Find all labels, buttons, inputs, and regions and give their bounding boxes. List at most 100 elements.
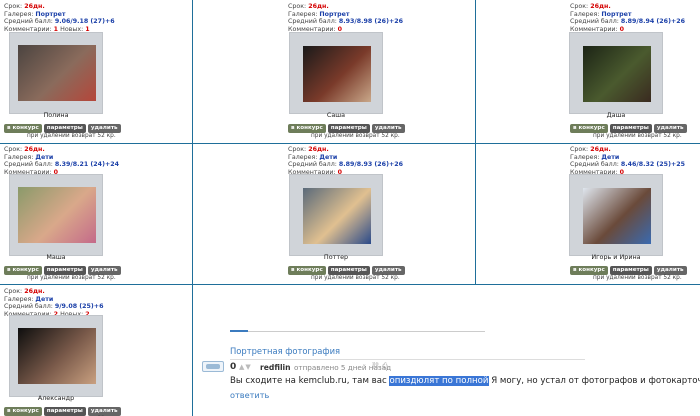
photo-title: Игорь и Ирина [591, 253, 641, 261]
comment-text-before: Вы сходите на kemclub.ru, там вас [230, 376, 390, 386]
params-button[interactable]: параметры [327, 124, 370, 133]
photo-title: Александр [37, 394, 75, 402]
term-row: Срок: 26дн. [288, 146, 403, 154]
reply-icon[interactable] [202, 361, 224, 372]
photo-card: Срок: 26дн. Галерея: Дети Средний балл: … [284, 143, 474, 283]
photo-thumbnail[interactable] [583, 46, 651, 102]
photo-frame[interactable] [569, 32, 663, 114]
photo-frame[interactable] [289, 32, 383, 114]
gallery-value[interactable]: Дети [35, 154, 53, 161]
score-value: 8.89/8.93 (26)+26 [338, 161, 403, 169]
gallery-value[interactable]: Портрет [35, 11, 65, 18]
photo-thumbnail[interactable] [18, 328, 96, 384]
comment-text-highlight: опиздюлят по полной [389, 376, 489, 386]
photo-thumbnail[interactable] [583, 188, 651, 244]
params-button[interactable]: параметры [43, 407, 86, 416]
params-button[interactable]: параметры [43, 124, 86, 133]
score-row: Средний балл: 9.06/9.18 (27)+6 [4, 18, 115, 26]
contest-button[interactable]: в конкурс [4, 266, 42, 275]
score-label: Средний балл: [288, 161, 337, 169]
params-button[interactable]: параметры [609, 266, 652, 275]
card-actions: в конкурс параметры удалить [4, 407, 121, 416]
contest-button[interactable]: в конкурс [570, 266, 608, 275]
photo-card: Срок: 26дн. Галерея: Портрет Средний бал… [0, 0, 190, 140]
category-link[interactable]: Портретная фотография [230, 346, 340, 356]
photo-frame[interactable] [289, 174, 383, 256]
term-label: Срок: [288, 146, 307, 153]
photo-thumbnail[interactable] [18, 187, 96, 243]
score-label: Средний балл: [288, 18, 337, 26]
gallery-label: Галерея: [4, 295, 34, 303]
gallery-label: Галерея: [570, 10, 600, 18]
photo-frame[interactable] [9, 32, 103, 114]
score-value: 8.46/8.32 (25)+25 [620, 161, 685, 169]
comment-section: Портретная фотография 0 ▲▼ redfilin отпр… [193, 285, 700, 416]
params-button[interactable]: параметры [327, 266, 370, 275]
gallery-value[interactable]: Портрет [319, 11, 349, 18]
term-label: Срок: [4, 3, 23, 10]
term-row: Срок: 26дн. [4, 288, 103, 296]
score-value: 8.39/8.21 (24)+24 [54, 161, 119, 169]
comment-actions-icon[interactable]: ⛓ ⎙ [371, 362, 388, 371]
score-value: 9.06/9.18 (27)+6 [54, 18, 115, 26]
card-meta: Срок: 26дн. Галерея: Дети Средний балл: … [4, 288, 103, 318]
delete-button[interactable]: удалить [371, 124, 405, 133]
term-value: 26дн. [590, 146, 611, 153]
photo-title: Маша [46, 253, 66, 261]
term-label: Срок: [570, 3, 589, 10]
term-label: Срок: [288, 3, 307, 10]
gallery-value[interactable]: Дети [319, 154, 337, 161]
refund-note: при удалении возврат 52 кр. [593, 133, 682, 139]
contest-button[interactable]: в конкурс [4, 124, 42, 133]
divider [248, 331, 485, 332]
delete-button[interactable]: удалить [653, 124, 687, 133]
term-label: Срок: [570, 146, 589, 153]
card-actions: в конкурс параметры удалить [288, 266, 405, 275]
params-button[interactable]: параметры [609, 124, 652, 133]
term-value: 26дн. [24, 146, 45, 153]
delete-button[interactable]: удалить [87, 124, 121, 133]
photo-frame[interactable] [9, 174, 103, 256]
card-meta: Срок: 26дн. Галерея: Дети Средний балл: … [4, 146, 119, 176]
photo-title: Полина [43, 111, 69, 119]
card-meta: Срок: 26дн. Галерея: Портрет Средний бал… [570, 3, 685, 33]
term-row: Срок: 26дн. [4, 3, 115, 11]
params-button[interactable]: параметры [43, 266, 86, 275]
gallery-label: Галерея: [570, 153, 600, 161]
card-meta: Срок: 26дн. Галерея: Дети Средний балл: … [288, 146, 403, 176]
photo-card: Срок: 26дн. Галерея: Дети Средний балл: … [566, 143, 700, 283]
gallery-value[interactable]: Дети [601, 154, 619, 161]
delete-button[interactable]: удалить [87, 407, 121, 416]
photo-thumbnail[interactable] [18, 45, 96, 101]
photo-frame[interactable] [569, 174, 663, 256]
vote-arrows-icon[interactable]: ▲▼ [239, 363, 252, 371]
comment-author[interactable]: redfilin [260, 363, 291, 372]
delete-button[interactable]: удалить [653, 266, 687, 275]
gallery-value[interactable]: Портрет [601, 11, 631, 18]
term-value: 26дн. [590, 3, 611, 10]
photo-thumbnail[interactable] [303, 46, 371, 102]
score-row: Средний балл: 9/9.08 (25)+6 [4, 303, 103, 311]
photo-card: Срок: 26дн. Галерея: Дети Средний балл: … [0, 285, 190, 416]
photo-frame[interactable] [9, 315, 103, 397]
photo-title: Даша [606, 111, 626, 119]
delete-button[interactable]: удалить [87, 266, 121, 275]
card-actions: в конкурс параметры удалить [4, 266, 121, 275]
score-value: 9/9.08 (25)+6 [54, 303, 104, 311]
score-label: Средний балл: [570, 161, 619, 169]
gallery-label: Галерея: [4, 10, 34, 18]
score-value: 8.93/8.98 (26)+26 [338, 18, 403, 26]
vote-count: 0 [230, 362, 237, 372]
photo-thumbnail[interactable] [303, 188, 371, 244]
delete-button[interactable]: удалить [371, 266, 405, 275]
reply-link[interactable]: ответить [230, 390, 269, 400]
refund-note: при удалении возврат 52 кр. [27, 133, 116, 139]
card-actions: в конкурс параметры удалить [4, 124, 121, 133]
contest-button[interactable]: в конкурс [4, 407, 42, 416]
contest-button[interactable]: в конкурс [288, 266, 326, 275]
gallery-value[interactable]: Дети [35, 296, 53, 303]
contest-button[interactable]: в конкурс [570, 124, 608, 133]
contest-button[interactable]: в конкурс [288, 124, 326, 133]
score-label: Средний балл: [4, 303, 53, 311]
score-label: Средний балл: [4, 18, 53, 26]
